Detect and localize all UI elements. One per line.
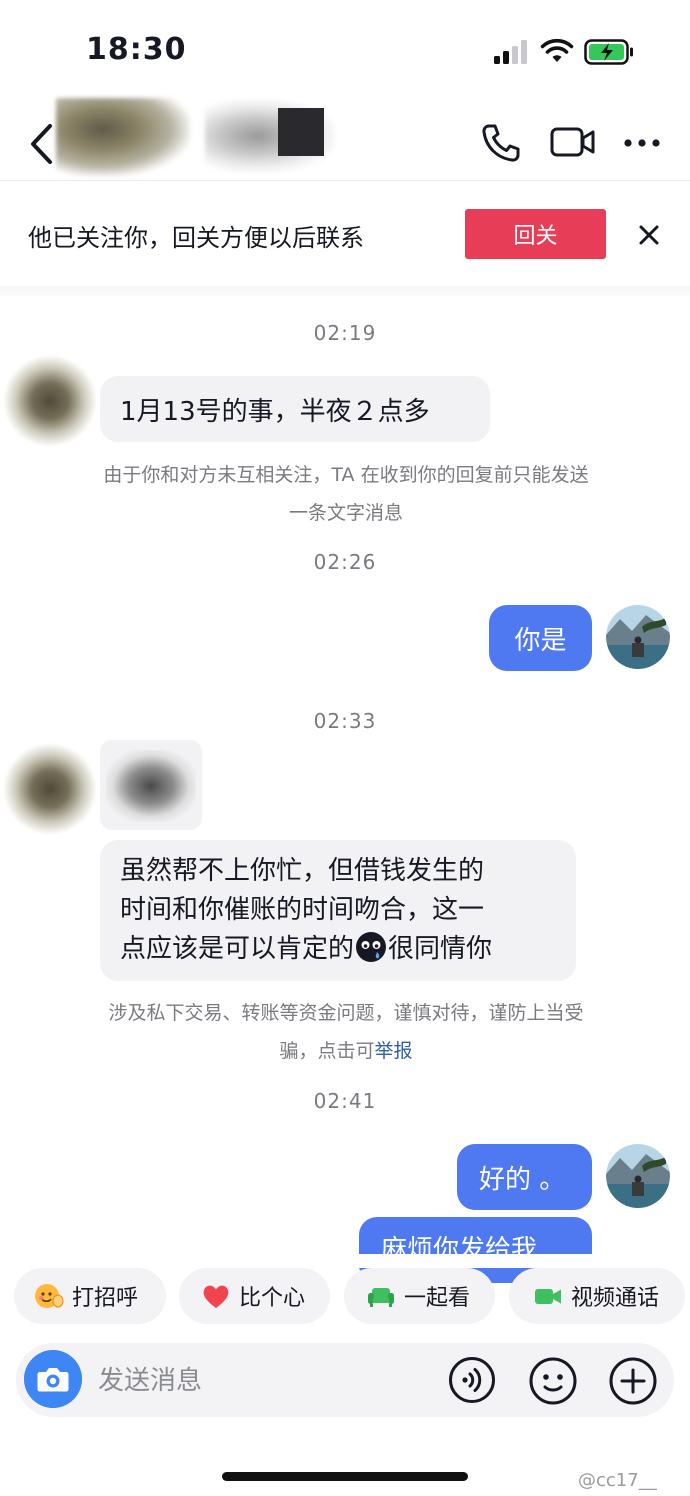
notice-line: 由于你和对方未互相关注，TA 在收到你的回复前只能发送 <box>103 464 589 486</box>
close-icon[interactable] <box>632 218 666 252</box>
received-message[interactable]: 虽然帮不上你忙，但借钱发生的 时间和你催账的时间吻合，这一 点应该是可以肯定的 很… <box>100 840 576 981</box>
plus-icon[interactable] <box>608 1356 658 1406</box>
sender-avatar <box>4 356 96 446</box>
notice-text: 骗，点击可 <box>279 1040 375 1062</box>
system-notice: 由于你和对方未互相关注，TA 在收到你的回复前只能发送 一条文字消息 <box>66 456 626 532</box>
wifi-icon <box>540 38 574 62</box>
sender-avatar <box>4 744 96 834</box>
message-text: 点应该是可以肯定的 <box>120 934 355 964</box>
heart-label: 比个心 <box>239 1286 306 1311</box>
status-time: 18:30 <box>86 32 187 67</box>
follow-banner-text: 他已关注你，回关方便以后联系 <box>28 224 364 252</box>
timestamp: 02:33 <box>313 709 377 733</box>
system-notice: 涉及私下交易、转账等资金问题，谨慎对待，谨防上当受 骗，点击可举报 <box>66 994 626 1070</box>
redacted-avatar <box>56 98 190 176</box>
sticker-message[interactable] <box>100 740 202 830</box>
voice-message-icon[interactable] <box>448 1356 496 1404</box>
sent-message[interactable]: 好的 。 <box>457 1144 592 1210</box>
watch-label: 一起看 <box>404 1286 471 1311</box>
message-text: 你是 <box>514 625 567 656</box>
notice-line: 涉及私下交易、转账等资金问题，谨慎对待，谨防上当受 <box>108 1002 584 1024</box>
message-line: 虽然帮不上你忙，但借钱发生的 <box>120 856 485 886</box>
watch-together-button[interactable]: 一起看 <box>344 1268 495 1324</box>
greet-label: 打招呼 <box>72 1286 139 1311</box>
message-line: 时间和你催账的时间吻合，这一 <box>120 895 485 925</box>
message-text: 好的 。 <box>479 1164 566 1195</box>
header-divider <box>0 180 690 181</box>
watermark: @cc17__ <box>578 1470 657 1491</box>
follow-back-button[interactable]: 回关 <box>465 209 606 259</box>
my-avatar[interactable] <box>606 605 670 669</box>
timestamp: 02:26 <box>313 550 377 574</box>
notice-line: 一条文字消息 <box>288 502 403 524</box>
greet-button[interactable]: 打招呼 <box>14 1268 166 1324</box>
my-avatar[interactable] <box>606 1144 670 1208</box>
signal-icon <box>494 40 527 64</box>
video-chat-label: 视频通话 <box>571 1286 660 1311</box>
chat-clip-edge <box>0 1254 690 1268</box>
notice-line: 骗，点击可举报 <box>66 1032 626 1070</box>
timestamp: 02:41 <box>313 1089 377 1113</box>
timestamp: 02:19 <box>313 321 377 345</box>
battery-icon <box>584 39 633 65</box>
camera-icon[interactable] <box>24 1350 82 1408</box>
video-call-icon[interactable] <box>550 124 596 160</box>
video-camera-icon <box>535 1289 561 1304</box>
sofa-icon <box>368 1288 394 1307</box>
message-text: 1月13号的事，半夜２点多 <box>120 396 430 427</box>
message-line: 点应该是可以肯定的 很同情你 <box>120 930 576 969</box>
wave-emoji-icon <box>35 1284 64 1308</box>
report-link[interactable]: 举报 <box>375 1040 413 1062</box>
message-text: 很同情你 <box>388 934 493 964</box>
phone-call-icon[interactable] <box>480 122 522 164</box>
emoji-icon[interactable] <box>528 1356 578 1406</box>
received-message[interactable]: 1月13号的事，半夜２点多 <box>100 376 490 442</box>
banner-shadow <box>0 286 690 298</box>
more-options-icon[interactable] <box>622 128 662 158</box>
heart-icon <box>203 1285 229 1308</box>
send-heart-button[interactable]: 比个心 <box>179 1268 330 1324</box>
redacted-sticker <box>106 750 196 822</box>
redacted-mark <box>278 108 324 156</box>
home-indicator <box>222 1472 468 1481</box>
sad-face-emoji-icon <box>356 932 387 962</box>
video-chat-button[interactable]: 视频通话 <box>509 1268 685 1324</box>
message-input[interactable] <box>96 1358 430 1404</box>
sent-message[interactable]: 你是 <box>489 605 592 671</box>
